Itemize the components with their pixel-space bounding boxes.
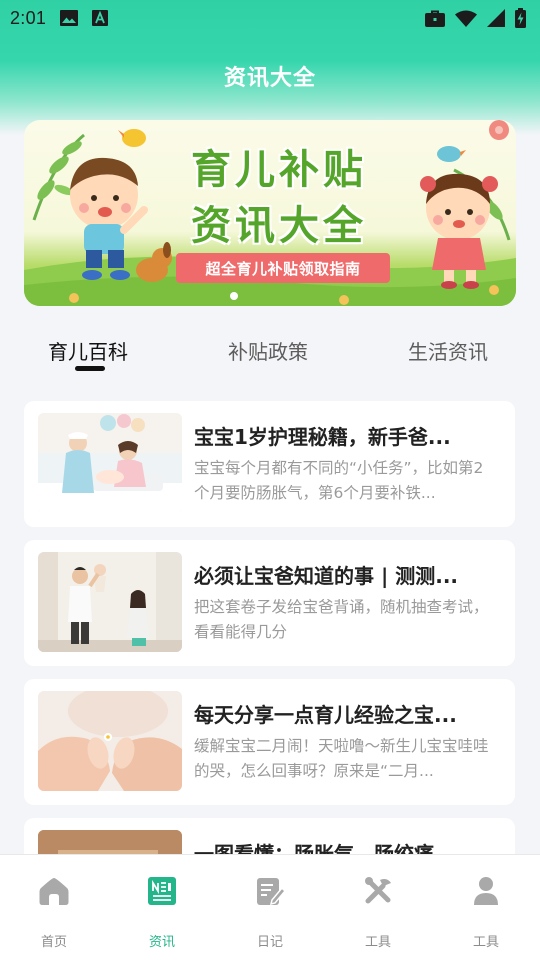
active-tab-indicator xyxy=(75,366,105,371)
user-icon xyxy=(471,873,501,909)
nav-tools[interactable]: 工具 xyxy=(324,855,432,960)
battery-charging-icon xyxy=(515,8,526,28)
tab-subsidy-policy[interactable]: 补贴政策 xyxy=(228,336,308,365)
article-thumbnail xyxy=(38,413,182,513)
banner-title-line1: 育儿补贴 xyxy=(191,147,367,193)
page-title: 资讯大全 xyxy=(223,66,316,91)
home-icon xyxy=(39,873,69,909)
nav-profile-label: 工具 xyxy=(472,935,499,950)
article-summary: 缓解宝宝二月闹！天啦噜～新生儿宝宝哇哇的哭，怎么回事呀？原来是“二月... xyxy=(194,737,489,780)
diary-icon xyxy=(255,873,285,909)
signal-icon xyxy=(487,9,505,27)
nav-news-label: 资讯 xyxy=(148,935,175,950)
tools-icon xyxy=(363,873,393,909)
banner-ribbon: 超全育儿补贴领取指南 xyxy=(176,253,390,283)
article-thumbnail xyxy=(38,691,182,791)
article-title: 宝宝1岁护理秘籍，新手爸... xyxy=(194,425,451,449)
status-time: 2:01 xyxy=(10,7,47,28)
article-summary: 宝宝每个月都有不同的“小任务”，比如第2个月要防肠胀气，第6个月要补铁... xyxy=(194,459,484,502)
nav-diary-label: 日记 xyxy=(256,935,283,950)
article-card[interactable]: 宝宝1岁护理秘籍，新手爸... 宝宝每个月都有不同的“小任务”，比如第2个月要防… xyxy=(24,401,515,527)
nav-news[interactable]: 资讯 xyxy=(108,855,216,960)
news-icon xyxy=(147,873,177,909)
article-thumbnail xyxy=(38,552,182,652)
article-card[interactable]: 必须让宝爸知道的事 | 测测... 把这套卷子发给宝爸背诵，随机抽查考试，看看能… xyxy=(24,540,515,666)
nav-profile[interactable]: 工具 xyxy=(432,855,540,960)
nav-home[interactable]: 首页 xyxy=(0,855,108,960)
article-card[interactable]: 每天分享一点育儿经验之宝... 缓解宝宝二月闹！天啦噜～新生儿宝宝哇哇的哭，怎么… xyxy=(24,679,515,805)
article-title: 必须让宝爸知道的事 | 测测... xyxy=(194,564,459,588)
article-title: 每天分享一点育儿经验之宝... xyxy=(194,703,457,727)
nav-diary[interactable]: 日记 xyxy=(216,855,324,960)
wifi-icon xyxy=(455,10,477,27)
briefcase-icon xyxy=(425,10,445,27)
text-a-icon xyxy=(92,10,109,26)
promo-banner[interactable]: 育儿补贴 资讯大全 超全育儿补贴领取指南 xyxy=(24,120,516,306)
nav-home-label: 首页 xyxy=(40,935,67,950)
status-bar: 2:01 xyxy=(0,0,540,36)
bottom-navigation: 首页 资讯 日记 工具 工具 xyxy=(0,854,540,960)
image-icon xyxy=(60,10,79,26)
article-summary: 把这套卷子发给宝爸背诵，随机抽查考试，看看能得几分 xyxy=(194,598,489,641)
category-tabs: 育儿百科 补贴政策 生活资讯 xyxy=(0,336,540,376)
banner-title-line2: 资讯大全 xyxy=(191,203,367,249)
tab-parenting-encyclopedia[interactable]: 育儿百科 xyxy=(48,336,128,365)
tab-life-news[interactable]: 生活资讯 xyxy=(408,336,488,365)
nav-tools-label: 工具 xyxy=(364,935,391,950)
